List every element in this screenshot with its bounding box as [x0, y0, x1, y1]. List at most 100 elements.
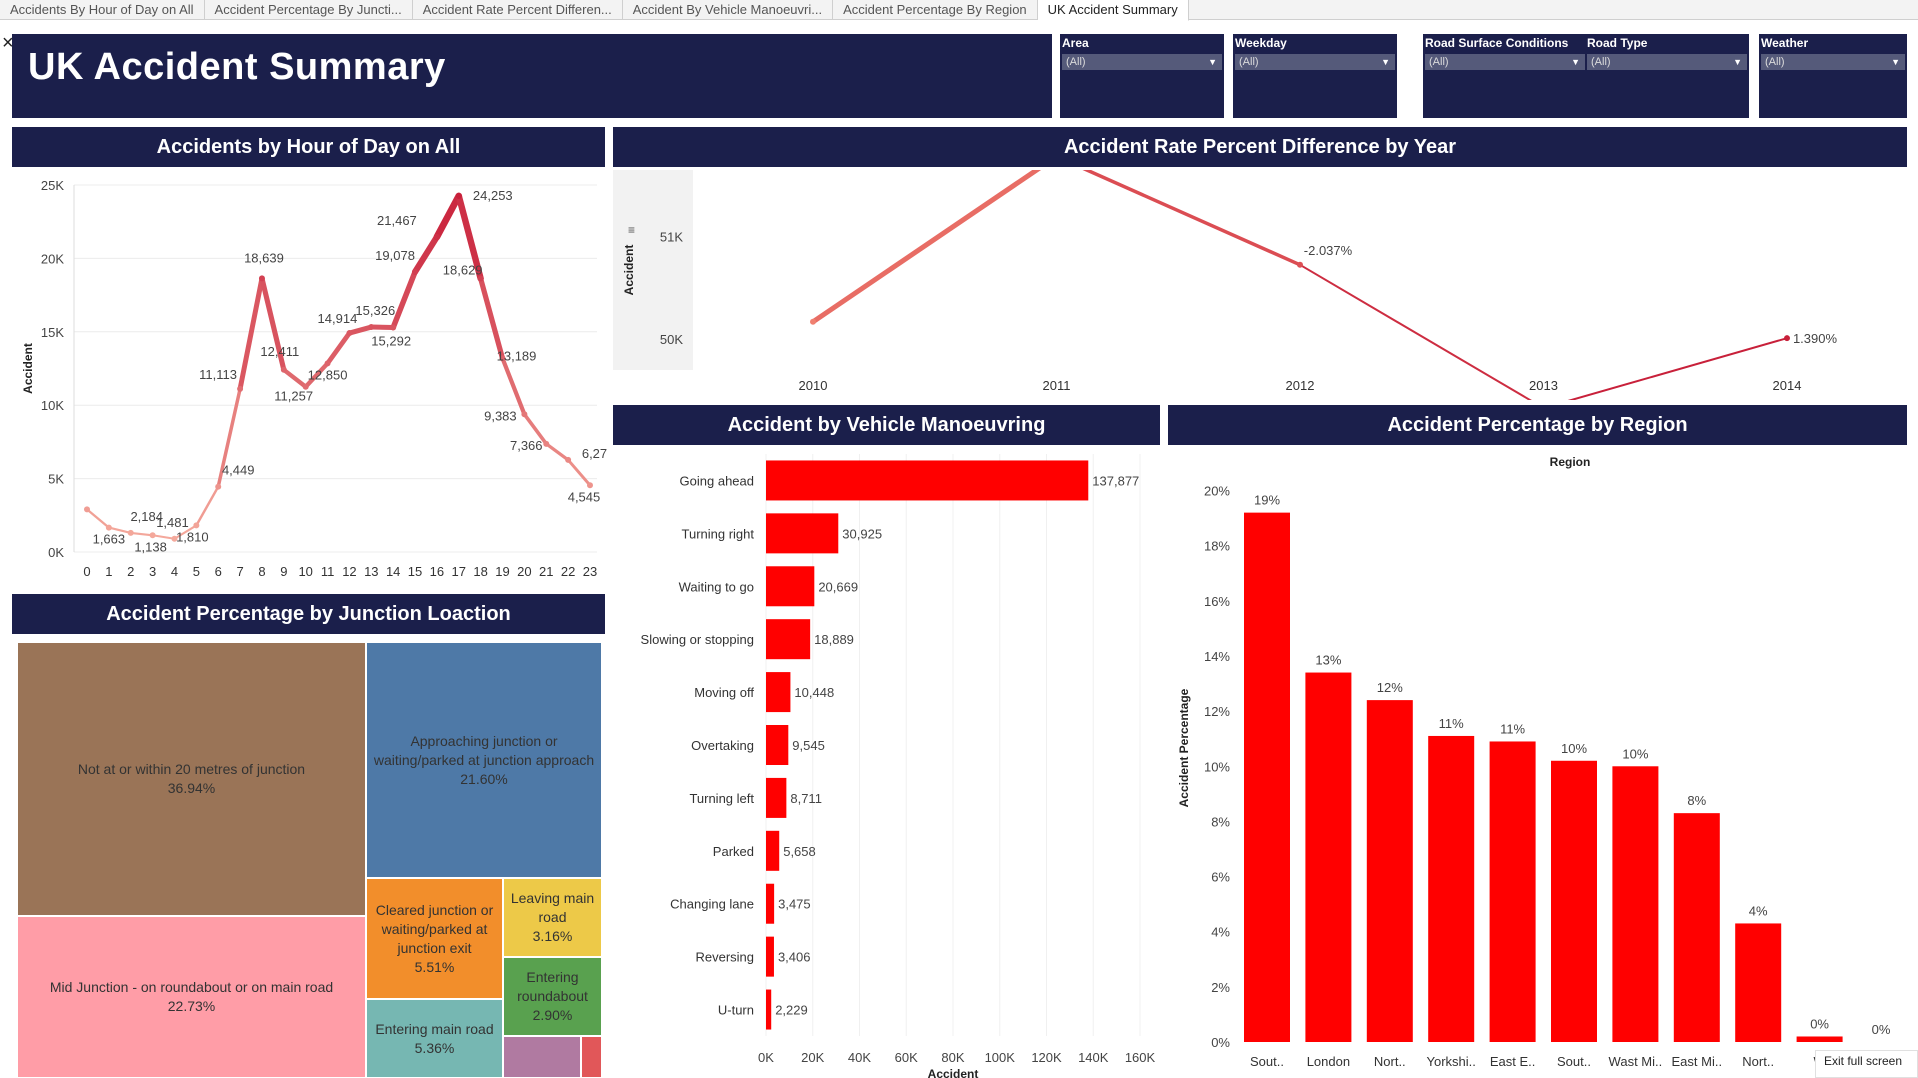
- x-tick-label: 1: [105, 564, 112, 579]
- x-tick-label: 11: [321, 564, 335, 579]
- treemap-cell[interactable]: Approaching junction or waiting/parked a…: [366, 642, 602, 878]
- filter-road-surface: Road Surface Conditions (All) ▼: [1423, 34, 1587, 118]
- data-label: 10,448: [794, 685, 834, 700]
- data-label: 11%: [1439, 716, 1464, 731]
- category-label: U-turn: [718, 1003, 754, 1018]
- data-point: [127, 529, 134, 536]
- weekday-dropdown[interactable]: (All) ▼: [1235, 54, 1395, 70]
- bar: [1428, 735, 1475, 1042]
- x-tick-label: 0: [83, 564, 90, 579]
- treemap-cell[interactable]: [503, 1036, 581, 1078]
- data-point: [433, 233, 440, 240]
- y-tick-label: 2%: [1211, 980, 1230, 995]
- data-label: 1,138: [134, 539, 167, 554]
- chevron-down-icon: ▼: [1891, 57, 1900, 67]
- line-segment: [325, 330, 352, 366]
- bar: [1551, 760, 1597, 1042]
- panel-title-hour: Accidents by Hour of Day on All: [12, 127, 605, 167]
- data-point: [368, 324, 375, 331]
- treemap-cell[interactable]: Entering main road 5.36%: [366, 999, 503, 1078]
- data-label: 4%: [1749, 903, 1768, 918]
- filter-label: Weekday: [1235, 36, 1287, 50]
- x-tick-label: 7: [236, 564, 243, 579]
- tab-percentage-by-junction[interactable]: Accident Percentage By Juncti...: [205, 0, 413, 20]
- data-label: 6,272: [582, 446, 607, 461]
- x-tick-label: 20K: [801, 1050, 824, 1065]
- data-point: [390, 324, 397, 331]
- y-tick-label: 6%: [1211, 870, 1230, 885]
- bar: [1244, 512, 1290, 1042]
- category-label: Wast Mi..: [1609, 1054, 1663, 1069]
- data-label: 2,229: [775, 1003, 808, 1018]
- data-label: 24,253: [473, 188, 513, 203]
- panel-title-year: Accident Rate Percent Difference by Year: [613, 127, 1907, 167]
- y-tick-label: 10%: [1204, 759, 1230, 774]
- data-point: [810, 318, 816, 325]
- tab-accidents-by-hour[interactable]: Accidents By Hour of Day on All: [0, 0, 205, 20]
- exit-fullscreen-button[interactable]: Exit full screen: [1815, 1050, 1918, 1078]
- treemap-cell[interactable]: Entering roundabout 2.90%: [503, 957, 602, 1036]
- treemap-category: Approaching junction or waiting/parked a…: [373, 732, 595, 768]
- treemap-value: 5.36%: [414, 1039, 455, 1056]
- tab-by-vehicle-manoeuvring[interactable]: Accident By Vehicle Manoeuvri...: [623, 0, 834, 20]
- line-segment: [1082, 170, 1302, 267]
- data-label: 20,669: [818, 579, 858, 594]
- treemap-label: Leaving main road 3.16%: [508, 889, 597, 946]
- line-segment: [544, 442, 570, 462]
- category-label: Yorkshi..: [1427, 1054, 1476, 1069]
- line-segment: [1567, 337, 1788, 400]
- x-tick-label: 22: [561, 564, 575, 579]
- line-segment: [129, 531, 154, 537]
- treemap-cell[interactable]: [581, 1036, 602, 1078]
- tab-rate-percent-difference[interactable]: Accident Rate Percent Differen...: [413, 0, 623, 20]
- chevron-down-icon: ▼: [1381, 57, 1390, 67]
- category-label: Sout..: [1557, 1054, 1591, 1069]
- weather-dropdown[interactable]: (All) ▼: [1761, 54, 1905, 70]
- data-label: 3,475: [778, 897, 811, 912]
- y-axis-title: Accident: [21, 343, 35, 394]
- treemap-cell[interactable]: Not at or within 20 metres of junction 36…: [17, 642, 366, 916]
- bar: [766, 513, 839, 554]
- filter-road-type: Road Type (All) ▼: [1585, 34, 1749, 118]
- bar: [766, 460, 1089, 501]
- data-point: [412, 268, 419, 275]
- data-label: 11,257: [274, 389, 313, 404]
- y-axis-title: Accident Percentage: [1177, 688, 1191, 807]
- road-surface-dropdown[interactable]: (All) ▼: [1425, 54, 1585, 70]
- x-tick-label: 2011: [1043, 378, 1071, 393]
- treemap-category: Cleared junction or waiting/parked at ju…: [375, 901, 494, 956]
- tab-percentage-by-region[interactable]: Accident Percentage By Region: [833, 0, 1038, 20]
- category-label: Turning right: [682, 526, 755, 541]
- data-point: [258, 275, 265, 282]
- data-point: [149, 532, 156, 539]
- bar: [1735, 923, 1782, 1042]
- x-tick-label: 16: [430, 564, 444, 579]
- tab-uk-accident-summary[interactable]: UK Accident Summary: [1037, 0, 1189, 21]
- road-type-dropdown[interactable]: (All) ▼: [1587, 54, 1747, 70]
- treemap-cell[interactable]: Leaving main road 3.16%: [503, 878, 602, 957]
- y-axis-title: Accident: [622, 245, 636, 296]
- data-label: 18,639: [244, 250, 284, 265]
- sort-icon: ≡: [628, 223, 635, 237]
- data-point: [324, 360, 331, 367]
- data-label: 12,411: [260, 344, 299, 359]
- data-point: [280, 366, 287, 373]
- panel-title-manoeuvre: Accident by Vehicle Manoeuvring: [613, 405, 1160, 445]
- y-tick-label: 0K: [48, 545, 64, 560]
- area-dropdown[interactable]: (All) ▼: [1062, 54, 1222, 70]
- treemap-cell[interactable]: Mid Junction - on roundabout or on main …: [17, 916, 366, 1078]
- x-tick-label: 8: [258, 564, 265, 579]
- junction-treemap: Not at or within 20 metres of junction 36…: [17, 642, 602, 1078]
- treemap-label: Not at or within 20 metres of junction 36…: [78, 760, 305, 798]
- sheet-tab-bar: Accidents By Hour of Day on All Accident…: [0, 0, 1918, 21]
- data-label: 13%: [1315, 653, 1341, 668]
- treemap-category: Entering roundabout: [517, 969, 588, 1004]
- treemap-label: Cleared junction or waiting/parked at ju…: [371, 901, 498, 977]
- x-tick-label: 18: [473, 564, 487, 579]
- bar: [766, 777, 787, 818]
- data-label: 18,889: [814, 632, 854, 647]
- category-label: Moving off: [694, 685, 754, 700]
- x-tick-label: 13: [364, 564, 378, 579]
- data-label: 4,545: [568, 489, 601, 504]
- treemap-cell[interactable]: Cleared junction or waiting/parked at ju…: [366, 878, 503, 999]
